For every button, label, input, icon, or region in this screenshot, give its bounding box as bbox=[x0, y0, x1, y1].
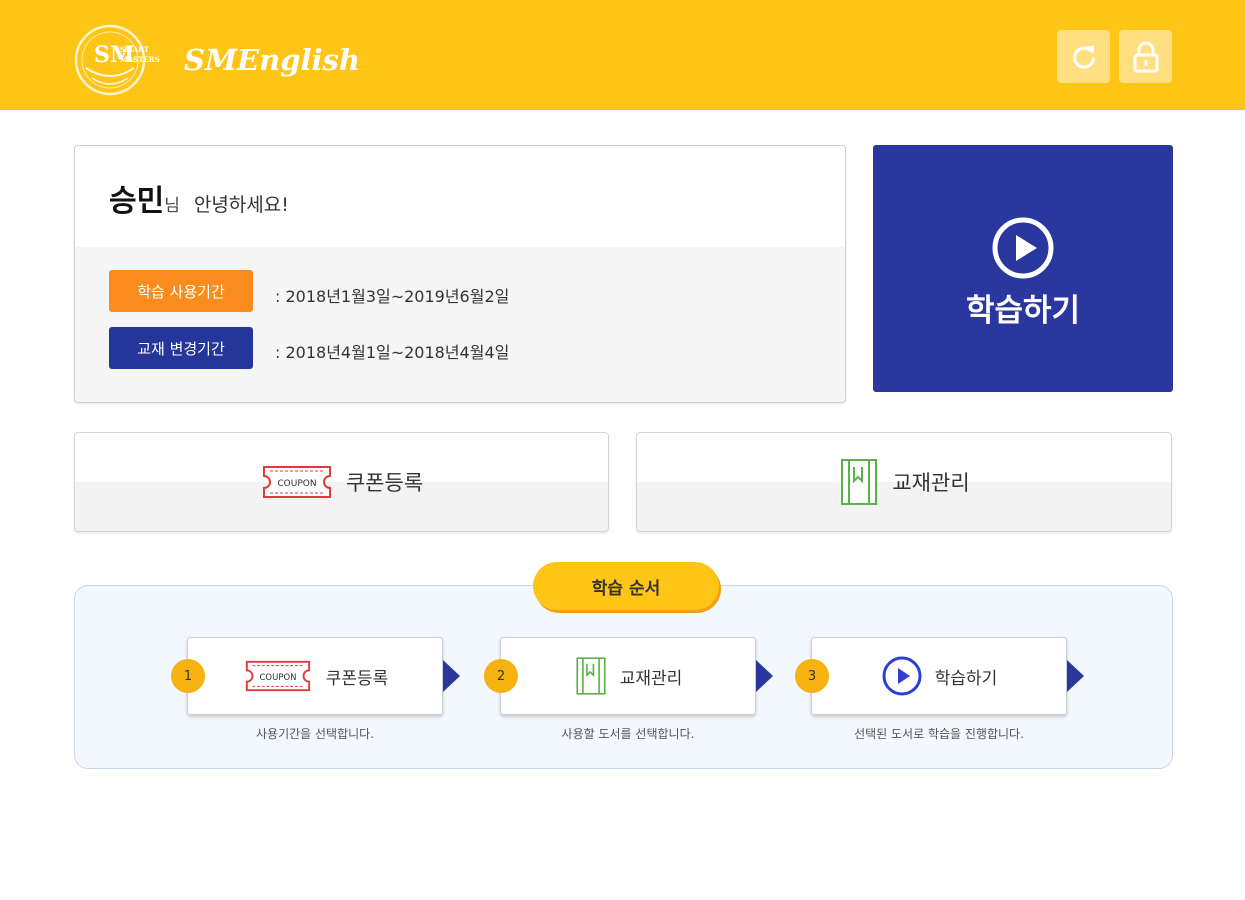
step-arrow-icon bbox=[756, 660, 773, 692]
svg-text:SMART: SMART bbox=[120, 45, 150, 54]
step-arrow-icon bbox=[443, 660, 460, 692]
top-header: SM SMART MASTERS SMEnglish bbox=[0, 0, 1245, 110]
step-label: 학습하기 bbox=[934, 668, 998, 689]
lock-icon bbox=[1133, 41, 1158, 72]
step-book-manage[interactable]: 교재관리 bbox=[500, 637, 756, 715]
start-study-button[interactable]: 학습하기 bbox=[873, 145, 1173, 392]
start-study-label: 학습하기 bbox=[965, 293, 1081, 329]
step-start-study[interactable]: 학습하기 bbox=[811, 637, 1067, 715]
honorific: 님 bbox=[164, 196, 180, 216]
smenglish-logo: SM SMART MASTERS SMEnglish bbox=[74, 24, 360, 96]
book-change-period-badge: 교재 변경기간 bbox=[109, 327, 253, 369]
svg-text:COUPON: COUPON bbox=[259, 673, 296, 683]
study-period-badge: 학습 사용기간 bbox=[109, 270, 253, 312]
step-description: 사용기간을 선택합니다. bbox=[255, 727, 375, 741]
book-manage-button[interactable]: 교재관리 bbox=[636, 432, 1172, 532]
step-number: 2 bbox=[484, 659, 518, 693]
step-number: 3 bbox=[795, 659, 829, 693]
book-icon bbox=[576, 657, 606, 695]
study-steps-title: 학습 순서 bbox=[533, 562, 719, 610]
svg-text:MASTERS: MASTERS bbox=[120, 55, 160, 64]
book-manage-label: 교재관리 bbox=[892, 471, 970, 495]
refresh-button[interactable] bbox=[1057, 30, 1110, 83]
step-coupon-register[interactable]: COUPON 쿠폰등록 bbox=[187, 637, 443, 715]
book-change-period-value: : 2018년4월1일~2018년4월4일 bbox=[275, 343, 510, 362]
book-icon bbox=[841, 459, 878, 505]
step-arrow-icon bbox=[1067, 660, 1084, 692]
welcome-card: 승민님 안녕하세요! 학습 사용기간 : 2018년1월3일~2019년6월2일 … bbox=[74, 145, 846, 403]
greeting-text: 안녕하세요! bbox=[193, 194, 289, 216]
greeting: 승민님 안녕하세요! bbox=[109, 176, 289, 220]
lock-button[interactable] bbox=[1119, 30, 1172, 83]
step-description: 사용할 도서를 선택합니다. bbox=[561, 727, 695, 741]
coupon-register-label: 쿠폰등록 bbox=[345, 471, 424, 495]
user-name: 승민 bbox=[109, 184, 165, 219]
play-circle-icon bbox=[992, 217, 1054, 279]
coupon-icon: COUPON bbox=[262, 466, 331, 498]
study-period-value: : 2018년1월3일~2019년6월2일 bbox=[275, 287, 510, 306]
step-description: 선택된 도서로 학습을 진행합니다. bbox=[854, 727, 1024, 741]
refresh-icon bbox=[1072, 45, 1095, 69]
svg-text:COUPON: COUPON bbox=[277, 479, 316, 489]
step-number: 1 bbox=[171, 659, 205, 693]
coupon-register-button[interactable]: COUPON 쿠폰등록 bbox=[74, 432, 609, 532]
coupon-icon: COUPON bbox=[245, 660, 310, 692]
play-circle-icon bbox=[882, 656, 922, 696]
step-label: 쿠폰등록 bbox=[325, 668, 389, 689]
logo-wordmark: SMEnglish bbox=[184, 43, 360, 77]
period-panel: 학습 사용기간 : 2018년1월3일~2019년6월2일 교재 변경기간 : … bbox=[75, 247, 845, 402]
step-label: 교재관리 bbox=[619, 668, 683, 689]
